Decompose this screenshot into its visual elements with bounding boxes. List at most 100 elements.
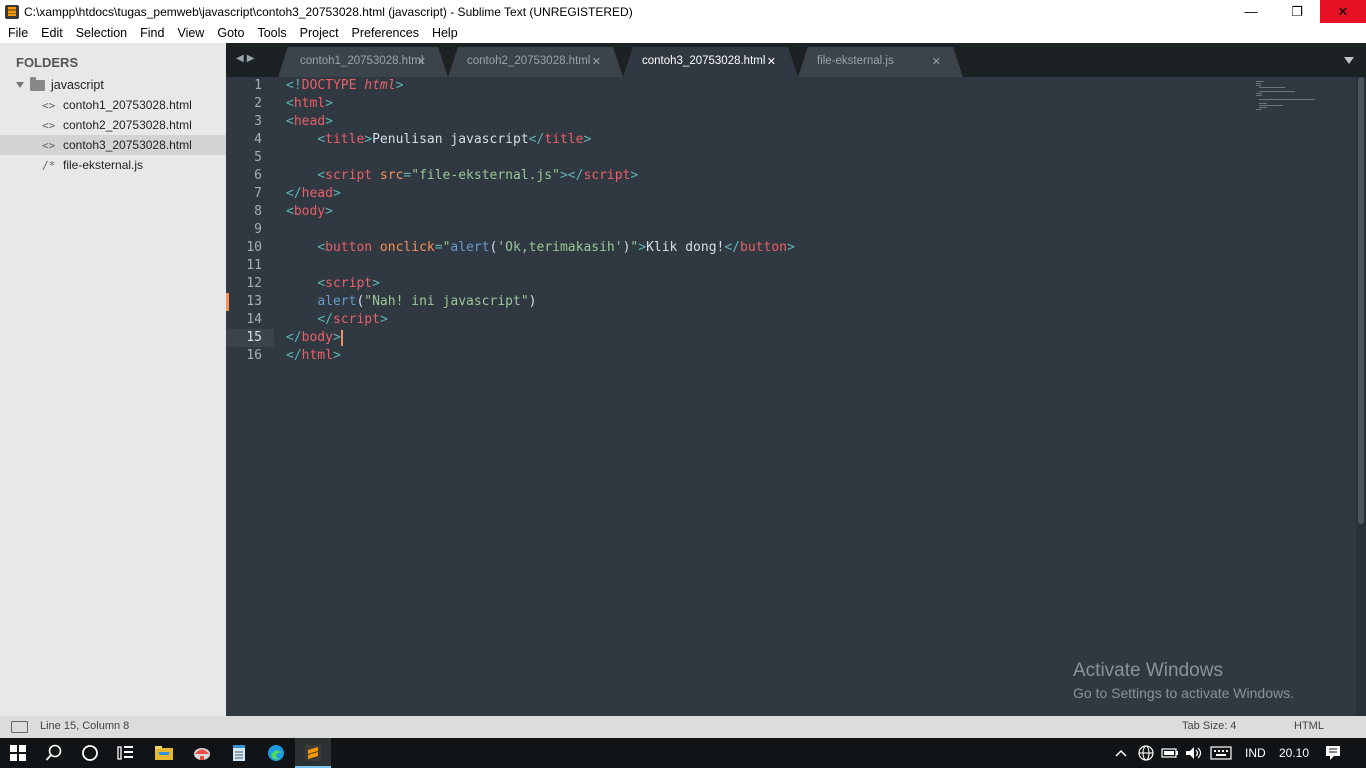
code-token: = [434,240,443,255]
restore-button[interactable]: ❐ [1274,0,1320,23]
menu-preferences[interactable]: Preferences [345,23,425,43]
sublime-text-icon [5,4,19,19]
sublime-text-taskbar-button[interactable] [295,738,331,768]
task-view-button[interactable] [108,738,144,768]
code-token: html [301,348,333,363]
line-number: 5 [254,150,262,165]
tab-close-icon[interactable]: ✕ [932,55,941,68]
html-file-icon: <> [42,138,56,152]
close-button[interactable]: ✕ [1320,0,1366,23]
tab-contoh1[interactable]: contoh1_20753028.html ✕ [278,47,448,77]
code-token: </ [286,330,302,345]
tab-close-icon[interactable]: ✕ [767,55,776,68]
code-token: " [411,168,420,183]
tab-close-icon[interactable]: ✕ [417,55,426,68]
folder-javascript[interactable]: javascript [0,75,226,95]
title-bar: C:\xampp\htdocs\tugas_pemweb\javascript\… [0,0,1366,23]
code-token: </ [286,186,302,201]
code-token: button [325,240,373,255]
menu-find[interactable]: Find [133,23,170,43]
menu-selection[interactable]: Selection [69,23,133,43]
line-number: 14 [246,312,262,327]
notepad-icon [233,745,245,761]
taskbar: IND 20.10 [0,738,1366,768]
tab-size-indicator[interactable]: Tab Size: 4 [1182,720,1236,732]
touch-keyboard-button[interactable] [1210,738,1232,768]
action-center-button[interactable] [1325,738,1341,768]
volume-button[interactable] [1185,738,1203,768]
code-line-15: </body> [286,329,343,347]
menu-view[interactable]: View [170,23,210,43]
line-number: 7 [254,186,262,201]
line-number: 13 [246,294,262,309]
tab-nav-arrows-icon[interactable]: ◀▶ [236,53,257,64]
code-token: > [630,168,639,183]
cortana-button[interactable] [72,738,108,768]
folder-icon [30,76,45,91]
line-number: 12 [246,276,262,291]
code-line-13: alert("Nah! ini javascript") [286,293,536,311]
show-hidden-icons-button[interactable] [1114,738,1128,768]
menu-project[interactable]: Project [293,23,345,43]
start-button[interactable] [0,738,36,768]
tab-contoh2[interactable]: contoh2_20753028.html ✕ [448,47,623,77]
code-line-16: </html> [286,347,341,365]
sidebar-file-contoh2[interactable]: <> contoh2_20753028.html [0,115,226,135]
panel-toggle-icon[interactable] [11,721,28,733]
search-icon [45,744,62,761]
status-bar: Line 15, Column 8 Tab Size: 4 HTML [0,716,1366,738]
sidebar-file-eksternal[interactable]: /* file-eksternal.js [0,155,226,175]
file-explorer-button[interactable] [146,738,182,768]
input-language-indicator[interactable]: IND [1245,738,1266,768]
clock[interactable]: 20.10 [1279,738,1309,768]
tab-close-icon[interactable]: ✕ [592,55,601,68]
cortana-circle-icon [82,745,98,761]
code-token: script [325,168,373,183]
code-token: < [317,240,326,255]
network-button[interactable] [1138,738,1154,768]
sidebar-file-contoh3[interactable]: <> contoh3_20753028.html [0,135,226,155]
code-editor[interactable]: 1 2 3 4 5 6 7 8 9 10 11 12 13 14 15 16 <… [226,77,1366,716]
notification-icon [1326,746,1340,760]
notepad-button[interactable] [221,738,257,768]
scrollbar-thumb[interactable] [1358,77,1364,524]
menu-file[interactable]: File [0,23,34,43]
modified-line-marker [226,293,229,311]
code-token: > [332,186,341,201]
minimize-button[interactable]: — [1228,0,1274,23]
code-token: body [301,330,333,345]
search-button[interactable] [36,738,72,768]
vertical-scrollbar[interactable] [1356,77,1366,716]
code-token: html [293,96,326,111]
tab-label: contoh3_20753028.html [642,55,766,67]
code-token: script [332,312,380,327]
tab-file-eksternal[interactable]: file-eksternal.js ✕ [798,47,963,77]
sidebar-file-contoh1[interactable]: <> contoh1_20753028.html [0,95,226,115]
menu-tools[interactable]: Tools [250,23,292,43]
code-token: < [317,168,326,183]
syntax-indicator[interactable]: HTML [1294,720,1324,732]
folders-heading: FOLDERS [16,55,79,70]
tab-contoh3[interactable]: contoh3_20753028.html ✕ [623,47,798,77]
menu-edit[interactable]: Edit [34,23,69,43]
battery-button[interactable] [1161,738,1179,768]
tab-menu-chevron-down-icon[interactable] [1344,57,1354,64]
code-token: Penulisan javascript [372,132,529,147]
menu-goto[interactable]: Goto [210,23,250,43]
app-button[interactable] [184,738,220,768]
code-line-7: </head> [286,185,341,203]
edge-button[interactable] [258,738,294,768]
menu-help[interactable]: Help [425,23,464,43]
disclosure-triangle-icon[interactable] [16,82,24,88]
code-token: > [638,240,647,255]
code-token: button [740,240,787,255]
code-token: onclick [372,240,435,255]
window-title: C:\xampp\htdocs\tugas_pemweb\javascript\… [24,4,633,19]
minimap-line [1256,109,1262,110]
code-token: script [325,276,373,291]
minimap-line [1256,85,1261,86]
minimap[interactable] [1256,81,1316,111]
